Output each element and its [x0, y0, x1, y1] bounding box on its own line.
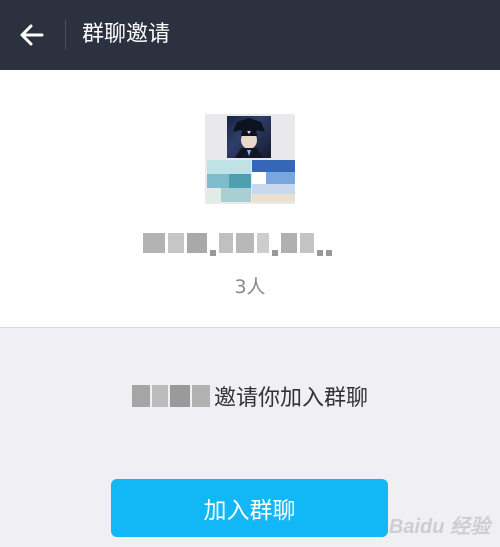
header-divider — [65, 20, 66, 50]
group-name-pixelated — [143, 230, 358, 256]
back-button[interactable] — [8, 10, 56, 60]
page-title: 群聊邀请 — [82, 22, 171, 47]
inviter-name-pixelated — [131, 383, 210, 409]
member-avatar — [252, 160, 295, 202]
member-avatar — [207, 160, 251, 202]
watermark: Baidu 经验 — [388, 516, 490, 538]
group-info-card: 3人 — [0, 70, 500, 328]
title-bar: 群聊邀请 — [0, 0, 500, 70]
member-count: 3人 — [234, 276, 266, 298]
member-avatar — [227, 116, 271, 158]
invitation-message: 邀请你加入群聊 — [0, 380, 500, 412]
avatar-illustration — [252, 160, 295, 202]
arrow-left-icon — [20, 24, 44, 46]
join-group-button[interactable]: 加入群聊 — [111, 479, 388, 537]
avatar-illustration — [233, 118, 265, 158]
avatar-illustration — [207, 160, 251, 202]
group-avatar — [205, 114, 295, 204]
invitation-text: 邀请你加入群聊 — [213, 386, 368, 411]
